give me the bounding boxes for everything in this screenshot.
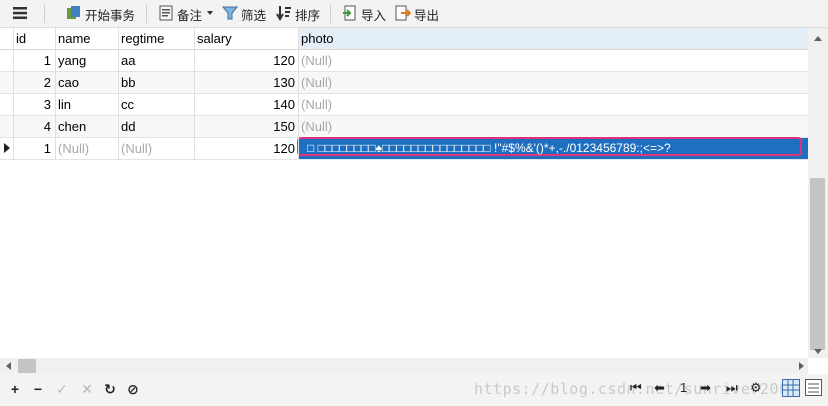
- cell-salary[interactable]: 120: [194, 138, 295, 159]
- cell-salary[interactable]: 130: [194, 72, 295, 93]
- filter-icon: [221, 5, 239, 24]
- cell-regtime[interactable]: aa: [121, 50, 193, 71]
- cell-regtime[interactable]: dd: [121, 116, 193, 137]
- scroll-left-arrow-icon[interactable]: [6, 362, 11, 370]
- hamburger-menu-icon: [12, 6, 28, 23]
- begin-transaction-label: 开始事务: [85, 8, 136, 23]
- table-row[interactable]: 2 cao bb 130 (Null): [0, 72, 808, 94]
- cell-id[interactable]: 1: [13, 50, 51, 71]
- filter-button[interactable]: 筛选: [221, 4, 267, 24]
- import-label: 导入: [361, 8, 387, 23]
- row-header[interactable]: [0, 116, 13, 137]
- table-row[interactable]: 4 chen dd 150 (Null): [0, 116, 808, 138]
- column-header-name[interactable]: name: [55, 28, 118, 50]
- vertical-scroll-thumb[interactable]: [810, 178, 825, 350]
- memo-icon: [158, 5, 174, 24]
- cell-id[interactable]: 4: [13, 116, 51, 137]
- sort-icon: [276, 5, 292, 24]
- menu-button[interactable]: [12, 4, 28, 24]
- column-header-label: photo: [301, 31, 334, 46]
- horizontal-scrollbar[interactable]: [0, 358, 808, 374]
- form-view-icon[interactable]: [805, 379, 823, 400]
- settings-gear-icon[interactable]: ⚙: [750, 380, 762, 396]
- column-header-label: salary: [197, 31, 232, 46]
- export-icon: [395, 5, 412, 24]
- column-header-id[interactable]: id: [13, 28, 55, 50]
- cell-name[interactable]: (Null): [58, 138, 118, 159]
- begin-transaction-button[interactable]: 开始事务: [66, 4, 135, 24]
- table-row-current[interactable]: 1 (Null) (Null) 120 □ □□□□□□□□♠□□□□□□□□□…: [0, 137, 808, 160]
- delete-record-icon[interactable]: −: [31, 381, 45, 397]
- row-header[interactable]: [0, 94, 13, 115]
- column-header-regtime[interactable]: regtime: [118, 28, 194, 50]
- cell-id[interactable]: 3: [13, 94, 51, 115]
- column-header-label: name: [58, 31, 91, 46]
- import-button[interactable]: 导入: [342, 4, 386, 24]
- discard-changes-icon[interactable]: ✕: [80, 381, 94, 397]
- column-header-label: id: [16, 31, 27, 46]
- export-button[interactable]: 导出: [395, 4, 439, 24]
- cell-id[interactable]: 2: [13, 72, 51, 93]
- cell-photo[interactable]: (Null): [301, 116, 801, 137]
- next-page-icon[interactable]: ➡: [700, 380, 711, 396]
- filter-label: 筛选: [241, 8, 267, 23]
- column-header-label: regtime: [121, 31, 165, 46]
- horizontal-scroll-thumb[interactable]: [18, 359, 36, 373]
- sort-button[interactable]: 排序: [276, 4, 320, 24]
- grid-view-icon[interactable]: [782, 379, 800, 400]
- scroll-down-arrow-icon[interactable]: [814, 349, 822, 354]
- cell-regtime[interactable]: bb: [121, 72, 193, 93]
- toolbar: 开始事务 备注 筛选 排序 导入 导出: [0, 0, 828, 28]
- column-header-salary[interactable]: salary: [194, 28, 298, 50]
- cell-regtime[interactable]: (Null): [121, 138, 193, 159]
- row-header-corner: [0, 28, 13, 50]
- cell-regtime[interactable]: cc: [121, 94, 193, 115]
- row-header[interactable]: [0, 72, 13, 93]
- cell-photo[interactable]: (Null): [301, 72, 801, 93]
- transaction-icon: [66, 5, 82, 24]
- previous-page-icon[interactable]: ⬅: [654, 380, 665, 396]
- table-row[interactable]: 1 yang aa 120 (Null): [0, 50, 808, 72]
- table-row[interactable]: 3 lin cc 140 (Null): [0, 94, 808, 116]
- first-page-icon[interactable]: ⏮: [630, 380, 642, 396]
- cell-photo[interactable]: (Null): [301, 94, 801, 115]
- scroll-up-arrow-icon[interactable]: [814, 36, 822, 41]
- row-header[interactable]: [0, 138, 13, 159]
- cell-salary[interactable]: 140: [194, 94, 295, 115]
- sort-label: 排序: [295, 8, 321, 23]
- memo-label: 备注: [177, 8, 203, 23]
- memo-button[interactable]: 备注: [158, 4, 215, 24]
- cell-name[interactable]: lin: [58, 94, 118, 115]
- cell-photo[interactable]: (Null): [301, 50, 801, 71]
- cell-photo-value: □ □□□□□□□□♠□□□□□□□□□□□□□□□ !"#$%&'()*+,-…: [307, 141, 671, 155]
- last-page-icon[interactable]: ⏭: [726, 380, 738, 396]
- export-label: 导出: [414, 8, 440, 23]
- vertical-scrollbar[interactable]: [808, 28, 828, 358]
- cell-name[interactable]: yang: [58, 50, 118, 71]
- bottom-toolbar: + − ✓ ✕ ↻ ⊘ https://blog.csdn.net/sunriv…: [0, 374, 828, 406]
- cell-salary[interactable]: 150: [194, 116, 295, 137]
- cell-name[interactable]: chen: [58, 116, 118, 137]
- apply-changes-icon[interactable]: ✓: [55, 381, 69, 397]
- data-grid: id name regtime salary photo 1 yang aa 1…: [0, 28, 808, 358]
- cell-name[interactable]: cao: [58, 72, 118, 93]
- column-header-photo[interactable]: photo: [298, 28, 808, 50]
- cell-salary[interactable]: 120: [194, 50, 295, 71]
- refresh-icon[interactable]: ↻: [103, 381, 117, 397]
- row-header[interactable]: [0, 50, 13, 71]
- import-icon: [342, 5, 358, 24]
- dropdown-arrow-icon[interactable]: [205, 7, 215, 21]
- cell-id[interactable]: 1: [13, 138, 51, 159]
- stop-icon[interactable]: ⊘: [126, 381, 140, 397]
- page-number[interactable]: 1: [680, 380, 687, 395]
- add-record-icon[interactable]: +: [8, 381, 22, 397]
- scroll-right-arrow-icon[interactable]: [799, 362, 804, 370]
- current-row-arrow-icon: [4, 143, 10, 153]
